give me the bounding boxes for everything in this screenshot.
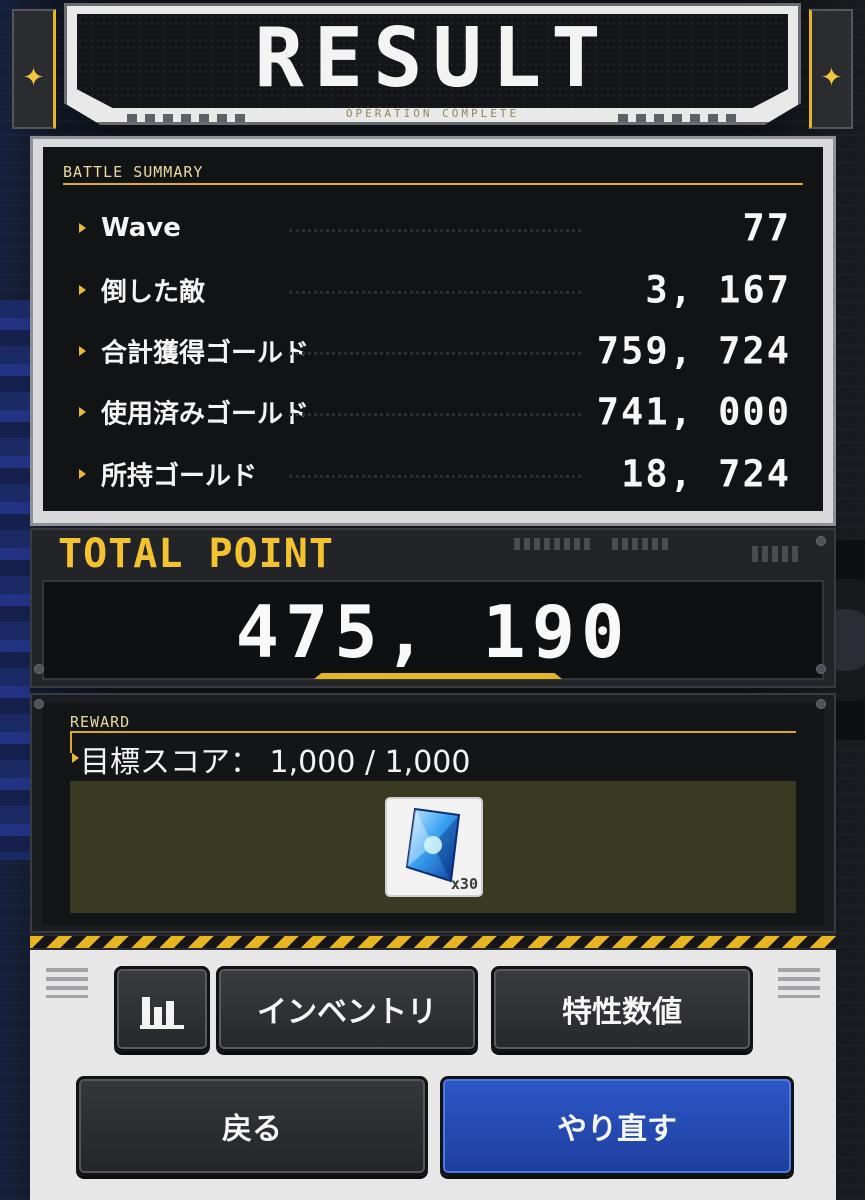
page-title: RESULT [254, 11, 611, 106]
stat-value: 3, 167 [645, 268, 791, 312]
grip-decoration [778, 968, 820, 998]
item-quantity: x30 [450, 875, 478, 893]
inventory-button-label: インベントリ [257, 995, 437, 1030]
panel-vent [612, 538, 672, 550]
retry-button-label: やり直す [557, 1112, 677, 1147]
stat-row-enemies-defeated: 倒した敵 3, 167 [79, 267, 791, 313]
stat-value: 77 [742, 206, 791, 250]
crystal-icon [405, 807, 461, 883]
stat-row-gold-spent: 使用済みゴールド 741, 000 [79, 389, 791, 435]
stat-label: 倒した敵 [101, 277, 206, 308]
battle-summary-label: BATTLE SUMMARY [63, 163, 204, 181]
rivet [816, 536, 826, 546]
rivet [34, 699, 44, 709]
traits-button-label: 特性数値 [562, 995, 682, 1030]
traits-button[interactable]: 特性数値 [491, 966, 753, 1052]
arrow-icon [79, 285, 86, 295]
action-panel: インベントリ 特性数値 戻る やり直す [30, 950, 836, 1200]
header-vent-right [618, 114, 738, 122]
total-point-display: 475, 190 [42, 580, 824, 680]
rivet [816, 664, 826, 674]
total-point-panel: TOTAL POINT 475, 190 [30, 528, 836, 688]
sparkle-icon: ✦ [820, 63, 843, 94]
reward-label: REWARD [70, 713, 131, 731]
back-button-label: 戻る [222, 1112, 282, 1147]
total-point-label: TOTAL POINT [58, 531, 334, 577]
inventory-button[interactable]: インベントリ [216, 966, 478, 1052]
rivet [34, 664, 44, 674]
panel-vent [514, 538, 594, 550]
stat-row-total-gold-earned: 合計獲得ゴールド 759, 724 [79, 328, 791, 374]
background-decoration-right [833, 540, 865, 740]
reward-panel: REWARD 目標スコア： 1,000 / 1,000 x30 [30, 693, 836, 933]
arrow-icon [79, 223, 86, 233]
reward-item-card[interactable]: x30 [385, 797, 483, 897]
grip-decoration [46, 968, 88, 998]
stat-label: Wave [101, 213, 181, 243]
divider [70, 731, 796, 733]
arrow-icon [79, 346, 86, 356]
rivet [816, 699, 826, 709]
back-button[interactable]: 戻る [76, 1076, 428, 1176]
retry-button[interactable]: やり直す [440, 1076, 794, 1176]
result-header: ✦ RESULT OPERATION COMPLETE ✦ [12, 3, 853, 129]
total-point-value: 475, 190 [235, 590, 631, 674]
arrow-icon [72, 753, 79, 763]
bar-chart-icon [140, 989, 184, 1029]
stat-label: 使用済みゴールド [101, 399, 310, 430]
header-right-wing: ✦ [809, 9, 853, 129]
gold-accent-bar [314, 673, 562, 679]
stat-value: 741, 000 [596, 390, 791, 434]
stat-label: 所持ゴールド [101, 461, 258, 492]
stat-label: 合計獲得ゴールド [101, 338, 310, 369]
header-plate: RESULT OPERATION COMPLETE [64, 3, 801, 125]
hazard-stripe [30, 934, 836, 950]
battle-summary-panel: BATTLE SUMMARY Wave 77 倒した敵 3, 167 合計獲得ゴ… [30, 136, 836, 526]
stat-row-wave: Wave 77 [79, 205, 791, 251]
background-decoration-left [0, 300, 30, 860]
divider [63, 183, 803, 185]
stats-button[interactable] [114, 966, 210, 1052]
target-score: 目標スコア： 1,000 / 1,000 [80, 745, 471, 780]
arrow-icon [79, 407, 86, 417]
stat-row-gold-held: 所持ゴールド 18, 724 [79, 451, 791, 497]
stat-value: 18, 724 [621, 452, 791, 496]
panel-vent [752, 546, 802, 562]
stat-value: 759, 724 [596, 329, 791, 373]
arrow-icon [79, 469, 86, 479]
sparkle-icon: ✦ [22, 63, 45, 94]
header-vent-left [127, 114, 247, 122]
header-left-wing: ✦ [12, 9, 56, 129]
